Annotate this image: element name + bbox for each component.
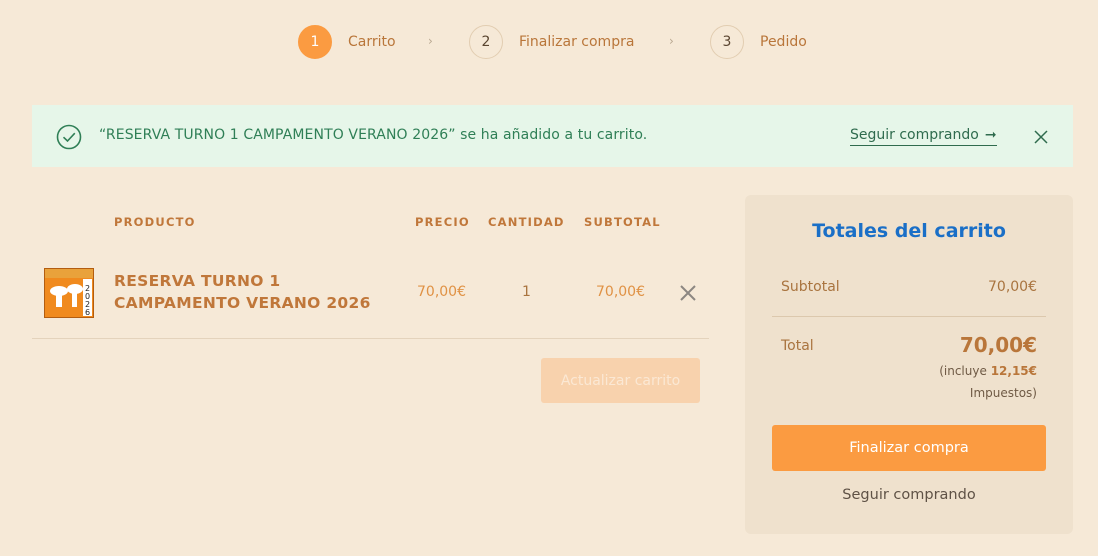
arrow-right-icon: ➞	[984, 127, 997, 143]
step-number: 2	[469, 25, 503, 59]
subtotal-value: 70,00€	[988, 279, 1037, 295]
header-quantity: CANTIDAD	[488, 215, 565, 229]
cart-totals-title: Totales del carrito	[812, 220, 1006, 242]
step-checkout[interactable]: 2 Finalizar compra	[469, 24, 634, 60]
update-cart-button[interactable]: Actualizar carrito	[541, 358, 700, 403]
totals-divider	[772, 316, 1046, 317]
step-separator: ›	[428, 34, 433, 48]
svg-text:6: 6	[85, 308, 90, 317]
total-label: Total	[781, 338, 814, 354]
product-thumbnail-image: 2 0 2 6	[45, 269, 93, 317]
continue-shopping-button[interactable]: Seguir comprando	[745, 487, 1073, 503]
step-order[interactable]: 3 Pedido	[710, 24, 807, 60]
continue-shopping-label: Seguir comprando	[850, 127, 979, 143]
remove-item-icon[interactable]	[679, 284, 697, 302]
checkout-steps: 1 Carrito › 2 Finalizar compra › 3 Pedid…	[0, 24, 1098, 60]
tax-note: (incluye 12,15€ Impuestos)	[887, 360, 1037, 404]
cart-totals-panel: Totales del carrito Subtotal 70,00€ Tota…	[745, 195, 1073, 534]
step-label: Pedido	[760, 34, 807, 50]
close-icon[interactable]	[1033, 129, 1049, 145]
product-thumbnail[interactable]: 2 0 2 6	[44, 268, 94, 318]
added-to-cart-notice: “RESERVA TURNO 1 CAMPAMENTO VERANO 2026”…	[32, 105, 1073, 167]
product-quantity[interactable]: 1	[522, 284, 531, 300]
product-subtotal: 70,00€	[596, 284, 645, 300]
product-name-link[interactable]: RESERVA TURNO 1 CAMPAMENTO VERANO 2026	[114, 270, 384, 314]
tax-suffix: Impuestos)	[969, 386, 1037, 400]
tax-amount: 12,15€	[990, 364, 1037, 378]
tax-prefix: (incluye	[939, 364, 987, 378]
notice-message: “RESERVA TURNO 1 CAMPAMENTO VERANO 2026”…	[99, 127, 648, 143]
total-value: 70,00€	[959, 333, 1037, 357]
step-label: Carrito	[348, 34, 396, 50]
continue-shopping-link[interactable]: Seguir comprando ➞	[850, 127, 997, 146]
step-number: 3	[710, 25, 744, 59]
header-product: PRODUCTO	[114, 215, 196, 229]
check-circle-icon	[56, 124, 82, 150]
checkout-button[interactable]: Finalizar compra	[772, 425, 1046, 471]
step-number: 1	[298, 25, 332, 59]
product-price: 70,00€	[417, 284, 466, 300]
step-cart[interactable]: 1 Carrito	[298, 24, 396, 60]
subtotal-label: Subtotal	[781, 279, 840, 295]
header-price: PRECIO	[415, 215, 470, 229]
step-label: Finalizar compra	[519, 34, 635, 50]
step-separator: ›	[669, 34, 674, 48]
row-divider	[32, 338, 709, 339]
header-subtotal: SUBTOTAL	[584, 215, 661, 229]
